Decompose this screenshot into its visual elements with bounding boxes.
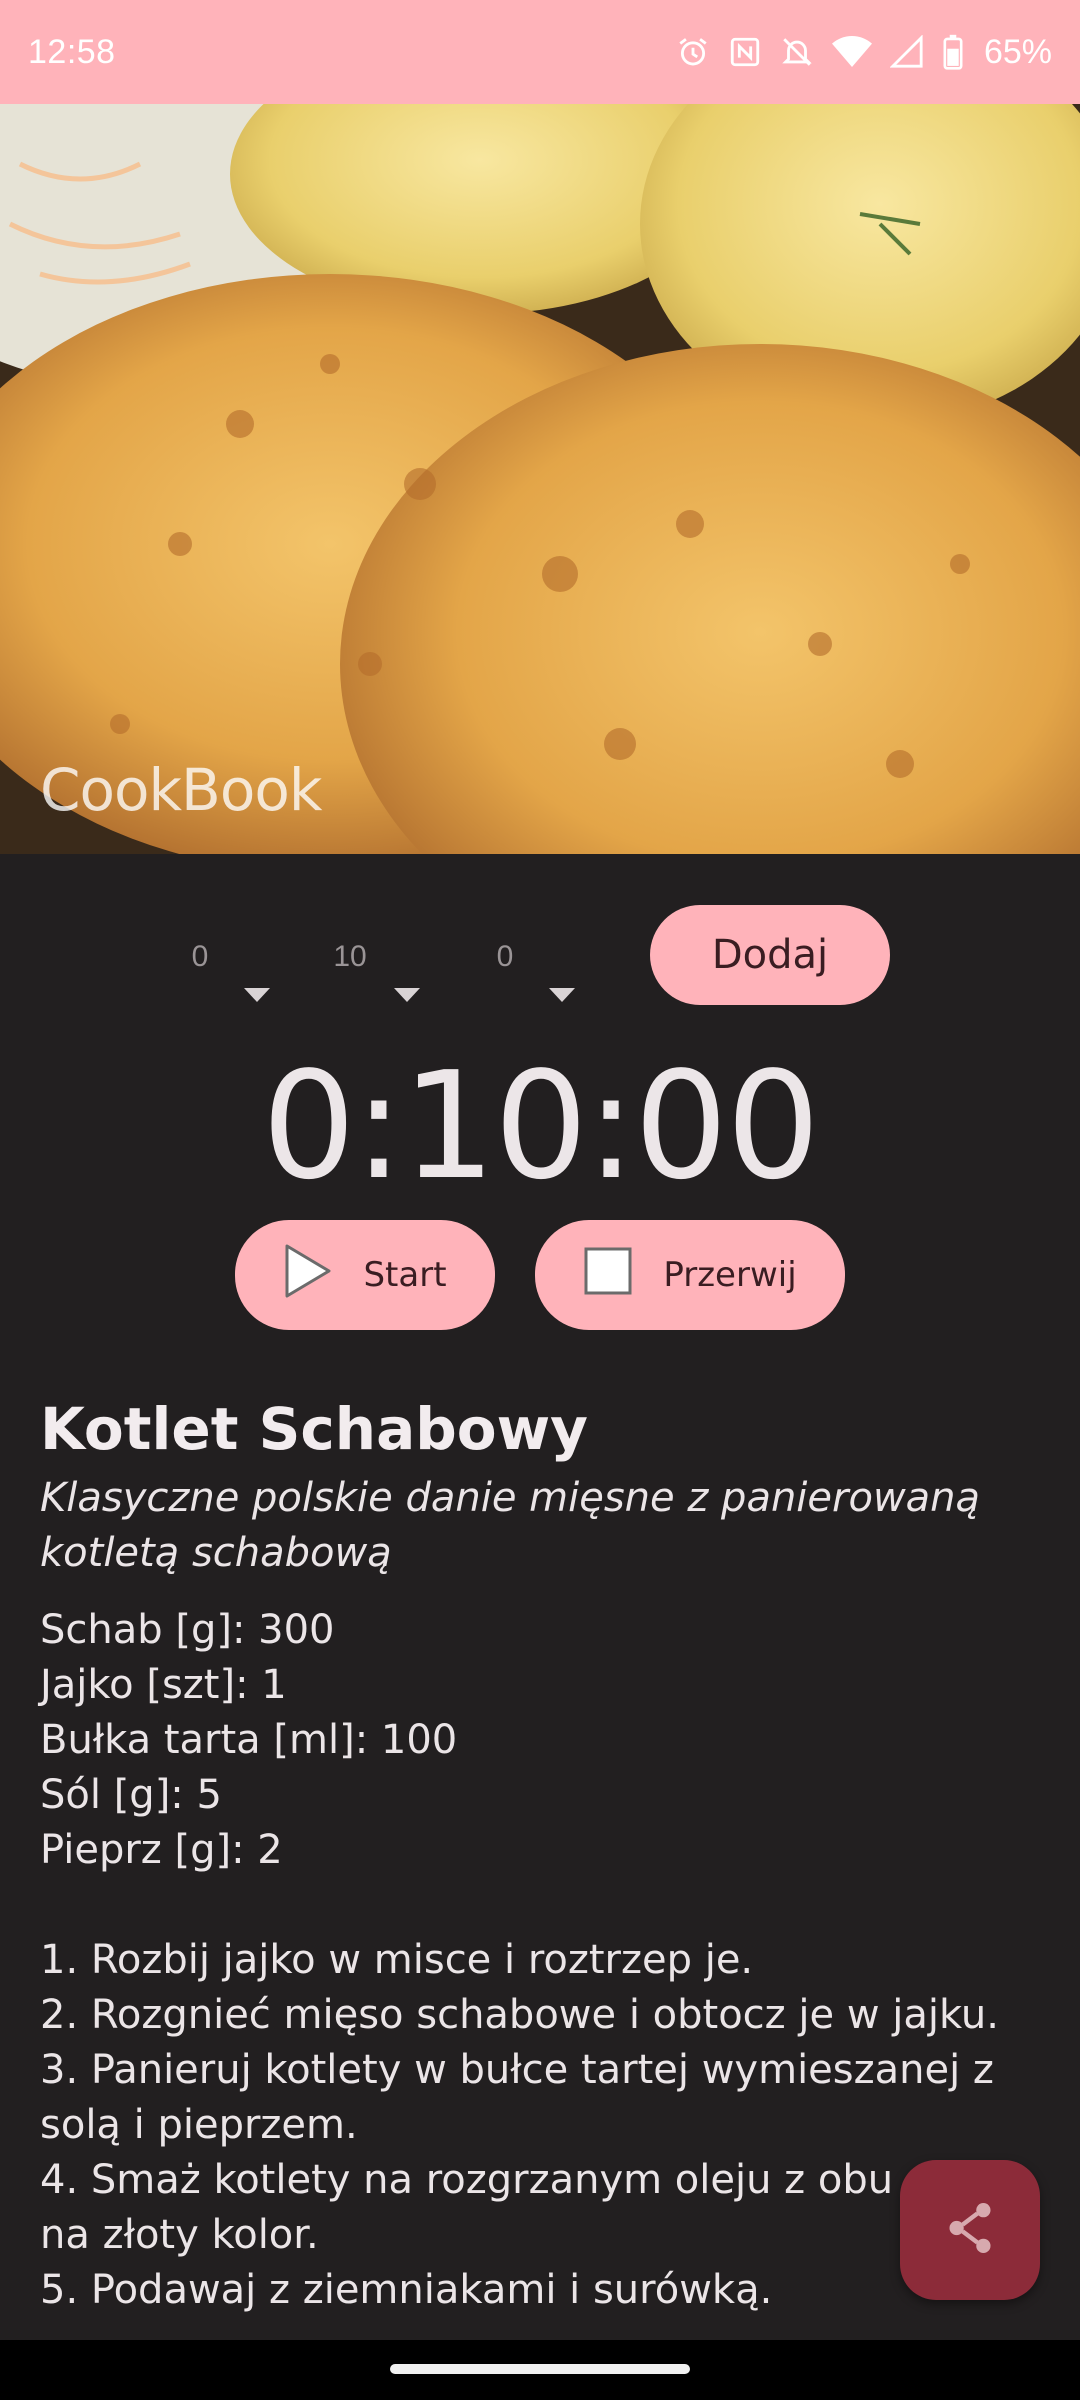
step-item: 5. Podawaj z ziemniakami i surówką. — [40, 2267, 773, 2313]
stop-icon — [583, 1246, 633, 1305]
status-bar: 12:58 65% — [0, 0, 1080, 104]
home-gesture-handle[interactable] — [390, 2364, 690, 2374]
seconds-spinner[interactable]: 0 — [435, 910, 575, 1010]
ingredient-item: Jajko [szt]: 1 — [40, 1662, 287, 1708]
ingredient-item: Pieprz [g]: 2 — [40, 1827, 283, 1873]
stop-label: Przerwij — [663, 1255, 797, 1295]
wifi-icon — [831, 35, 872, 69]
signal-icon — [889, 35, 924, 69]
dropdown-arrow-icon — [549, 988, 575, 1002]
hero-image: CookBook — [0, 104, 1080, 854]
share-icon — [943, 2199, 997, 2262]
ingredients-list: Schab [g]: 300 Jajko [szt]: 1 Bułka tart… — [40, 1603, 1050, 1878]
stop-button[interactable]: Przerwij — [535, 1220, 845, 1330]
timer-display: 0:10:00 — [261, 1040, 821, 1212]
battery-percentage: 65% — [983, 32, 1052, 71]
seconds-value: 0 — [496, 940, 514, 973]
ingredient-item: Sól [g]: 5 — [40, 1772, 222, 1818]
nfc-icon — [728, 35, 762, 69]
recipe-section: Kotlet Schabowy Klasyczne polskie danie … — [40, 1395, 1050, 2318]
hours-value: 0 — [191, 940, 209, 973]
ingredient-item: Bułka tarta [ml]: 100 — [40, 1717, 458, 1763]
status-time: 12:58 — [28, 32, 116, 71]
steps-list: 1. Rozbij jajko w misce i roztrzep je. 2… — [40, 1933, 1050, 2318]
step-item: 3. Panieruj kotlety w bułce tartej wymie… — [40, 2047, 994, 2148]
dropdown-arrow-icon — [394, 988, 420, 1002]
step-item: 4. Smaż kotlety na rozgrzanym oleju z ob… — [40, 2157, 1008, 2258]
status-icons: 65% — [676, 33, 1052, 72]
minutes-value: 10 — [333, 940, 367, 973]
dropdown-arrow-icon — [244, 988, 270, 1002]
ingredient-item: Schab [g]: 300 — [40, 1607, 335, 1653]
share-button[interactable] — [900, 2160, 1040, 2300]
recipe-description: Klasyczne polskie danie mięsne z paniero… — [40, 1475, 981, 1576]
food-photo — [0, 104, 1080, 854]
recipe-title: Kotlet Schabowy — [40, 1395, 588, 1463]
battery-icon — [942, 34, 964, 70]
add-time-button[interactable]: Dodaj — [650, 905, 890, 1005]
navigation-bar — [0, 2340, 1080, 2400]
hours-spinner[interactable]: 0 — [130, 910, 270, 1010]
silent-icon — [780, 35, 814, 69]
start-button[interactable]: Start — [235, 1220, 495, 1330]
step-item: 1. Rozbij jajko w misce i roztrzep je. — [40, 1937, 754, 1983]
step-item: 2. Rozgnieć mięso schabowe i obtocz je w… — [40, 1992, 999, 2038]
play-icon — [283, 1243, 333, 1308]
start-label: Start — [363, 1255, 447, 1295]
app-title: CookBook — [40, 756, 322, 824]
minutes-spinner[interactable]: 10 — [280, 910, 420, 1010]
alarm-icon — [676, 35, 710, 69]
